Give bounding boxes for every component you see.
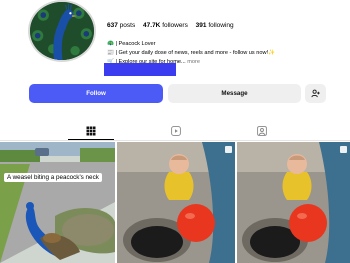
bio-line-2: 📰 | Get your daily dose of news, reels a… bbox=[107, 50, 276, 56]
tagged-person-icon bbox=[257, 126, 267, 136]
profile-stats: 637 posts 47.7K followers 391 following bbox=[107, 22, 240, 29]
toddler-balloon-image-2 bbox=[237, 142, 350, 263]
tab-posts[interactable] bbox=[84, 124, 98, 138]
tab-reels[interactable] bbox=[169, 124, 183, 138]
grid-icon bbox=[86, 126, 96, 136]
bio-more-link[interactable]: more bbox=[187, 59, 200, 65]
toddler-balloon-image bbox=[117, 142, 235, 263]
peacock-avatar-image bbox=[30, 2, 94, 60]
active-tab-indicator bbox=[68, 139, 114, 140]
suggested-accounts-button[interactable] bbox=[305, 84, 326, 103]
followers-stat[interactable]: 47.7K followers bbox=[143, 22, 188, 29]
post-tile-2[interactable] bbox=[117, 142, 235, 263]
post-tile-1[interactable]: A weasel biting a peacock's neck bbox=[0, 142, 115, 263]
peacock-weasel-image bbox=[0, 142, 115, 263]
posts-grid: A weasel biting a peacock's neck bbox=[0, 142, 350, 263]
posts-stat[interactable]: 637 posts bbox=[107, 22, 135, 29]
bio-line-1: 🦚 | Peacock Lover bbox=[107, 41, 156, 47]
tab-tagged[interactable] bbox=[255, 124, 269, 138]
following-stat[interactable]: 391 following bbox=[196, 22, 234, 29]
bio-link-redacted[interactable] bbox=[104, 63, 176, 76]
post-tile-3[interactable] bbox=[237, 142, 350, 263]
reels-icon bbox=[171, 126, 181, 136]
profile-avatar[interactable] bbox=[28, 0, 96, 62]
add-person-icon bbox=[311, 89, 320, 98]
message-button[interactable]: Message bbox=[168, 84, 301, 103]
follow-button[interactable]: Follow bbox=[29, 84, 163, 103]
profile-tabs bbox=[0, 123, 350, 141]
post-caption-overlay: A weasel biting a peacock's neck bbox=[4, 173, 102, 182]
